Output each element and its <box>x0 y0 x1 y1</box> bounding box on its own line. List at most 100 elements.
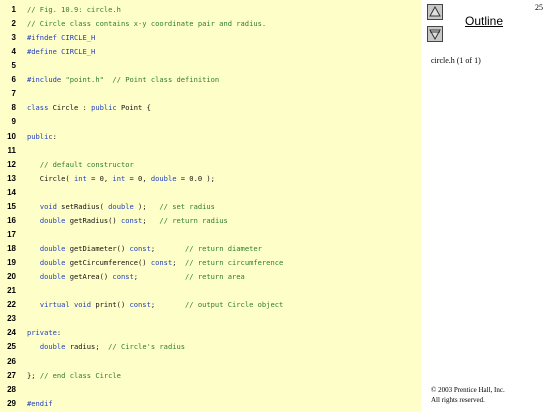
code-text: virtual void print() const; // output Ci… <box>27 298 283 312</box>
code-text: private: <box>27 326 61 340</box>
code-token: // Fig. 10.9: circle.h <box>27 5 121 14</box>
line-number: 18 <box>7 244 16 254</box>
code-token: const <box>112 272 134 282</box>
line-number: 28 <box>7 384 16 394</box>
line-number: 17 <box>7 229 16 239</box>
copyright-notice: © 2003 Prentice Hall, Inc. All rights re… <box>431 385 505 405</box>
line-number: 20 <box>7 272 16 282</box>
code-token: // output Circle object <box>185 300 284 310</box>
code-token: = 0.0 ); <box>176 173 215 183</box>
code-text: // default constructor <box>27 158 134 172</box>
code-token: private <box>27 328 57 338</box>
code-token: double <box>39 272 66 282</box>
copyright-line: © 2003 Prentice Hall, Inc. <box>431 386 505 394</box>
code-token: int <box>73 173 87 183</box>
code-text: public: <box>27 130 57 144</box>
code-token: public <box>27 131 53 141</box>
line-number: 29 <box>7 398 16 408</box>
code-token: // return circumference <box>185 258 284 268</box>
line-number: 13 <box>7 173 16 183</box>
rights-line: All rights reserved. <box>431 396 485 404</box>
code-token: ; <box>150 244 186 254</box>
next-slide-button[interactable] <box>427 26 443 42</box>
line-number: 3 <box>11 33 16 43</box>
line-number: 26 <box>7 356 16 366</box>
code-token: // default constructor <box>39 159 134 169</box>
code-token: double <box>39 342 66 352</box>
code-token: Point { <box>120 103 151 113</box>
code-token: int <box>112 173 126 183</box>
code-token: public <box>91 103 121 113</box>
code-token: getDiameter() <box>65 244 130 254</box>
line-number: 22 <box>7 300 16 310</box>
previous-slide-button[interactable] <box>427 4 443 20</box>
arrow-down-icon <box>429 29 441 40</box>
code-token: radius; <box>65 342 109 352</box>
code-token: double <box>108 201 134 211</box>
line-number: 15 <box>7 201 16 211</box>
code-text: // Fig. 10.9: circle.h <box>27 3 121 17</box>
code-text: #ifndef CIRCLE_H <box>27 31 95 45</box>
line-number: 19 <box>7 258 16 268</box>
code-token: #include <box>27 75 66 85</box>
code-token: : <box>52 131 57 141</box>
code-token: ; <box>172 258 186 268</box>
code-token: : <box>56 328 62 338</box>
code-token: ); <box>133 201 160 211</box>
page-number: 25 <box>535 3 543 12</box>
line-number: 1 <box>11 5 16 14</box>
code-token: // return diameter <box>185 244 262 254</box>
code-token: const <box>150 258 173 268</box>
line-number: 9 <box>11 117 16 127</box>
code-token: const <box>129 300 151 310</box>
code-text: double getCircumference() const; // retu… <box>27 256 283 270</box>
code-token: // return area <box>185 272 245 282</box>
line-number: 24 <box>7 328 16 338</box>
code-token: // end class Circle <box>39 370 121 380</box>
line-number: 10 <box>7 131 16 141</box>
code-token: #endif <box>27 398 53 408</box>
code-token: // return radius <box>159 215 228 225</box>
line-number: 16 <box>7 215 16 225</box>
code-text: Circle( int = 0, int = 0, double = 0.0 )… <box>27 172 215 186</box>
code-panel: 1 // Fig. 10.9: circle.h 2 // Circle class … <box>0 0 421 412</box>
code-token: getArea() <box>65 272 113 282</box>
code-token: // Circle's radius <box>108 342 186 352</box>
code-token: = 0, <box>86 173 113 183</box>
code-text: class Circle : public Point { <box>27 101 151 115</box>
code-token: void <box>39 201 57 211</box>
code-token: Circle : <box>52 103 92 113</box>
code-text: }; // end class Circle <box>27 369 121 383</box>
arrow-up-icon <box>429 6 441 17</box>
code-token: "point.h" <box>65 75 104 85</box>
code-token: ; <box>133 272 186 282</box>
code-token: ; <box>150 300 186 310</box>
code-token: }; <box>27 370 40 380</box>
code-token: virtual void <box>39 300 92 310</box>
line-number: 8 <box>11 103 16 113</box>
line-number: 12 <box>7 159 16 169</box>
code-token: const <box>129 244 151 254</box>
code-text: #define CIRCLE_H <box>27 45 95 59</box>
code-token: double <box>39 258 66 268</box>
file-reference: circle.h (1 of 1) <box>431 56 481 65</box>
code-text: // Circle class contains x-y coordinate … <box>27 17 266 31</box>
code-token: = 0, <box>125 173 151 183</box>
line-number: 4 <box>11 47 16 57</box>
line-number: 5 <box>11 61 16 71</box>
code-text: void setRadius( double ); // set radius <box>27 200 215 214</box>
outline-link[interactable]: Outline <box>465 14 503 28</box>
code-token: const <box>120 215 143 225</box>
code-token: class <box>27 103 53 113</box>
code-token: double <box>39 244 66 254</box>
line-number: 25 <box>7 342 16 352</box>
code-token: Circle( <box>27 173 74 183</box>
code-token: getRadius() <box>65 215 121 225</box>
code-token: double <box>150 173 177 183</box>
code-token: double <box>39 215 66 225</box>
code-token: getCircumference() <box>65 258 151 268</box>
